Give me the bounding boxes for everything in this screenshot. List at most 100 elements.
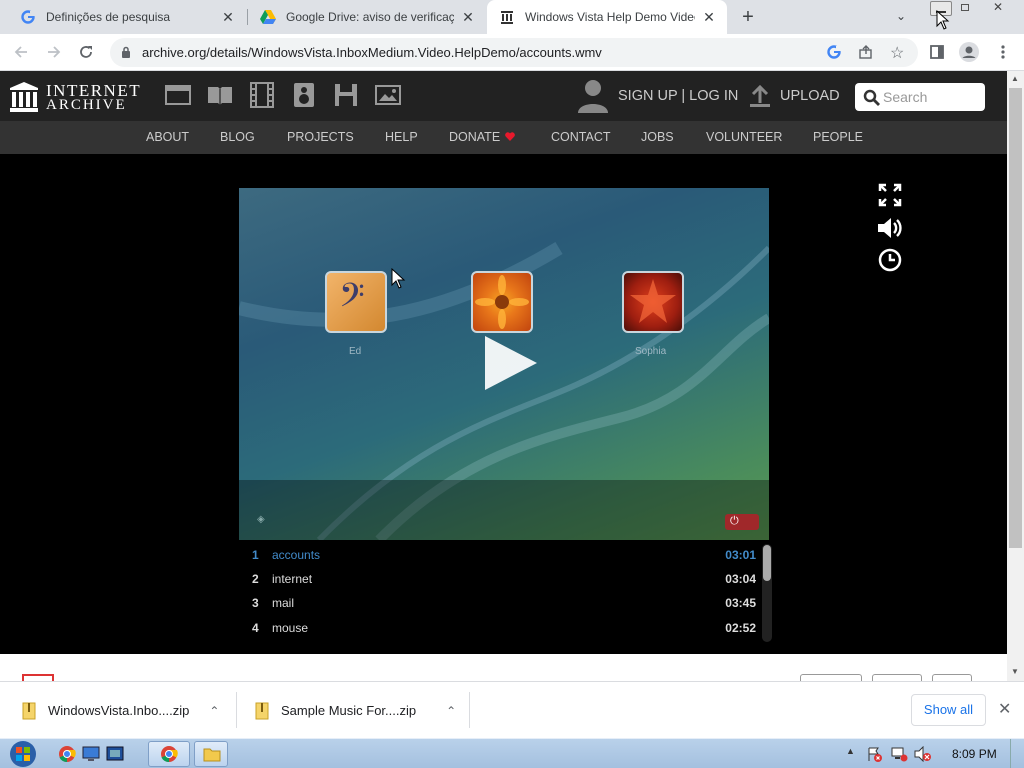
nav-blog[interactable]: BLOG <box>220 130 255 144</box>
volume-icon[interactable] <box>876 216 904 240</box>
scroll-up-arrow-icon[interactable]: ▲ <box>1011 74 1019 83</box>
fullscreen-icon[interactable] <box>878 183 902 207</box>
show-desktop-button[interactable] <box>1010 739 1024 768</box>
donate-heart-icon <box>505 132 515 141</box>
images-photo-icon[interactable] <box>375 82 401 108</box>
windows-orb-icon <box>10 741 36 767</box>
download-separator <box>469 692 470 728</box>
playlist-item[interactable]: 2 internet 03:04 <box>245 569 760 589</box>
show-desktop-icon[interactable] <box>82 746 100 762</box>
tab-title: Google Drive: aviso de verificação <box>286 10 454 24</box>
tray-expand-icon[interactable]: ▲ <box>846 746 855 756</box>
favorite-button[interactable] <box>800 674 862 681</box>
user-avatar-icon[interactable] <box>578 79 608 113</box>
system-clock[interactable]: 8:09 PM <box>952 747 997 761</box>
share-button[interactable] <box>872 674 922 681</box>
nav-contact[interactable]: CONTACT <box>551 130 611 144</box>
close-tab-icon[interactable]: ✕ <box>220 9 236 25</box>
close-window-button[interactable]: ✕ <box>986 0 1010 16</box>
page-scrollbar[interactable]: ▲ ▼ <box>1007 71 1024 681</box>
nav-people[interactable]: PEOPLE <box>813 130 863 144</box>
side-panel-icon[interactable] <box>926 41 948 63</box>
nav-volunteer[interactable]: VOLUNTEER <box>706 130 782 144</box>
search-icon <box>863 89 880 106</box>
user-tile-flower[interactable] <box>471 271 533 333</box>
new-tab-button[interactable]: + <box>737 6 759 28</box>
profile-avatar-icon[interactable] <box>958 41 980 63</box>
share-icon[interactable] <box>858 44 876 62</box>
close-tab-icon[interactable]: ✕ <box>701 9 717 25</box>
audio-speaker-icon[interactable] <box>291 82 317 108</box>
restore-icon <box>961 4 969 11</box>
restore-button[interactable] <box>954 1 976 16</box>
download-item[interactable]: WindowsVista.Inbo....zip ⌃ <box>0 682 236 739</box>
browser-menu-icon[interactable] <box>992 41 1014 63</box>
clock-icon[interactable] <box>878 248 902 272</box>
close-tab-icon[interactable]: ✕ <box>460 9 476 25</box>
logo-text-line2: ARCHIVE <box>46 97 127 113</box>
nav-about[interactable]: ABOUT <box>146 130 189 144</box>
google-drive-icon <box>260 9 276 25</box>
page-scroll-thumb[interactable] <box>1009 88 1022 548</box>
upload-link[interactable]: UPLOAD <box>780 88 840 104</box>
playlist-item[interactable]: 4 mouse 02:52 <box>245 618 760 638</box>
texts-book-icon[interactable] <box>207 82 233 108</box>
flower-icon <box>475 275 529 329</box>
signup-login-link[interactable]: SIGN UP | LOG IN <box>618 88 738 104</box>
nav-help[interactable]: HELP <box>385 130 418 144</box>
back-arrow-icon[interactable] <box>10 41 32 63</box>
browser-toolbar: archive.org/details/WindowsVista.InboxMe… <box>0 34 1024 71</box>
reload-icon[interactable] <box>75 41 97 63</box>
flag-button[interactable] <box>932 674 972 681</box>
playlist-scroll-thumb[interactable] <box>763 545 771 581</box>
tab-title: Windows Vista Help Demo Video <box>525 10 695 24</box>
lock-icon[interactable] <box>121 46 131 58</box>
scroll-down-arrow-icon[interactable]: ▼ <box>1011 667 1019 676</box>
bass-clef-icon: 𝄢 <box>339 277 365 323</box>
switch-windows-icon[interactable] <box>106 746 124 762</box>
playlist-duration: 03:45 <box>725 596 756 610</box>
playlist-number: 3 <box>252 596 259 610</box>
user-tile-sophia[interactable] <box>622 271 684 333</box>
google-lens-icon[interactable] <box>826 44 844 62</box>
download-filename: WindowsVista.Inbo....zip <box>48 703 190 718</box>
web-icon[interactable] <box>165 82 191 108</box>
tab-google-drive[interactable]: Google Drive: aviso de verificação ✕ <box>248 0 486 34</box>
upload-arrow-icon[interactable] <box>750 85 770 107</box>
nav-jobs[interactable]: JOBS <box>641 130 674 144</box>
chevron-up-icon[interactable]: ⌃ <box>446 704 456 718</box>
playlist-duration: 03:01 <box>725 548 756 562</box>
show-all-button[interactable]: Show all <box>911 694 986 726</box>
tab-search-chevron-icon[interactable]: ⌄ <box>896 9 912 25</box>
taskbar-explorer-button[interactable] <box>194 741 228 767</box>
start-button[interactable] <box>8 739 44 768</box>
playlist-title: internet <box>272 572 313 586</box>
tab-windows-vista[interactable]: Windows Vista Help Demo Video ✕ <box>487 0 727 34</box>
playlist-item[interactable]: 1 accounts 03:01 <box>245 545 760 565</box>
video-player[interactable]: 𝄢 Ed Sophia ◈ ⏻ <box>239 188 769 540</box>
software-floppy-icon[interactable] <box>333 82 359 108</box>
nav-projects[interactable]: PROJECTS <box>287 130 354 144</box>
zip-file-icon <box>22 702 36 719</box>
ia-logo[interactable]: INTERNET ARCHIVE <box>10 81 140 113</box>
chevron-up-icon[interactable]: ⌃ <box>209 704 219 718</box>
tab-search-settings[interactable]: Definições de pesquisa ✕ <box>8 0 246 34</box>
search-input[interactable]: Search <box>855 83 985 111</box>
forward-arrow-icon[interactable] <box>43 41 65 63</box>
close-shelf-icon[interactable]: ✕ <box>998 699 1011 719</box>
chrome-quicklaunch-icon[interactable] <box>58 745 76 763</box>
playlist-scrollbar[interactable] <box>762 544 772 642</box>
download-item[interactable]: Sample Music For....zip ⌃ <box>237 682 469 739</box>
address-bar[interactable]: archive.org/details/WindowsVista.InboxMe… <box>110 38 918 67</box>
network-icon[interactable] <box>890 746 908 762</box>
playlist-item[interactable]: 3 mail 03:45 <box>245 593 760 613</box>
volume-muted-icon[interactable] <box>914 746 932 762</box>
play-button-icon[interactable] <box>483 336 537 390</box>
playlist-number: 1 <box>252 548 259 562</box>
user-tile-ed[interactable]: 𝄢 <box>325 271 387 333</box>
bookmark-star-icon[interactable]: ☆ <box>890 43 908 62</box>
nav-donate[interactable]: DONATE <box>449 130 500 144</box>
action-center-flag-icon[interactable] <box>866 746 882 762</box>
taskbar-chrome-button[interactable] <box>148 741 190 767</box>
video-film-icon[interactable] <box>249 82 275 108</box>
